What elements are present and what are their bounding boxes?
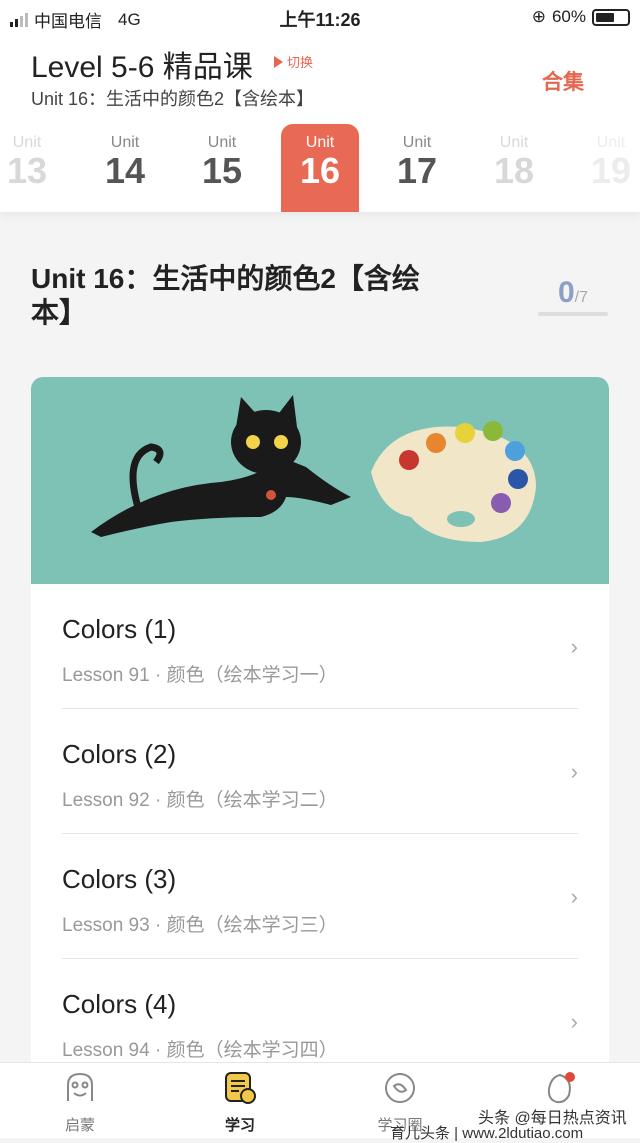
palette-illustration <box>371 421 536 542</box>
unit-tab-17[interactable]: Unit 17 <box>378 124 456 212</box>
play-icon <box>274 55 283 68</box>
header: Level 5-6 精品课 切换 Unit 16：生活中的颜色2【含绘本】 合集… <box>0 34 640 212</box>
unit-tab-16[interactable]: Unit 16 <box>281 124 359 212</box>
cat-illustration <box>91 395 351 537</box>
unit-selector[interactable]: Unit 13 Unit 14 Unit 15 Unit 16 Unit 17 Unit 1… <box>0 124 640 212</box>
lesson-item-3[interactable]: Colors (3) Lesson 93 · 颜色（绘本学习三） › <box>62 834 578 959</box>
notes-icon <box>225 1072 256 1104</box>
unit-banner-image <box>31 377 609 584</box>
circle-icon <box>385 1073 415 1103</box>
ghost-icon <box>67 1072 93 1101</box>
unit-tab-13[interactable]: Unit 13 <box>0 124 66 212</box>
course-subtitle: Unit 16：生活中的颜色2【含绘本】 <box>31 89 315 109</box>
unit-title: Unit 16：生活中的颜色2【含绘本】 <box>31 263 420 328</box>
notification-badge <box>565 1072 575 1082</box>
rotation-lock-icon: ⊕ <box>531 7 546 26</box>
battery-icon <box>592 8 630 26</box>
unit-tab-15[interactable]: Unit 15 <box>183 124 261 212</box>
unit-tab-14[interactable]: Unit 14 <box>86 124 164 212</box>
battery-percent: 60% <box>551 7 586 26</box>
tab-qimeng[interactable]: 启蒙 <box>20 1063 140 1135</box>
status-bar: 中国电信 4G 上午11:26 ⊕ 60% <box>0 0 640 34</box>
chevron-right-icon: › <box>570 1009 578 1034</box>
switch-label: 切换 <box>287 55 314 70</box>
unit-tab-19[interactable]: Unit 19 <box>572 124 640 212</box>
switch-button[interactable]: 切换 <box>274 52 313 71</box>
lesson-card: Colors (1) Lesson 91 · 颜色（绘本学习一） › Colors … <box>31 377 609 1077</box>
egg-icon <box>547 1072 575 1104</box>
watermark: 育儿头条 | www.2ldutiao.com <box>390 1125 584 1142</box>
unit-progress: 0/7 <box>538 276 608 316</box>
lesson-item-2[interactable]: Colors (2) Lesson 92 · 颜色（绘本学习二） › <box>62 709 578 834</box>
lesson-item-4[interactable]: Colors (4) Lesson 94 · 颜色（绘本学习四） › <box>62 959 578 1077</box>
unit-tab-18[interactable]: Unit 18 <box>475 124 553 212</box>
lesson-item-1[interactable]: Colors (1) Lesson 91 · 颜色（绘本学习一） › <box>62 584 578 709</box>
chevron-right-icon: › <box>570 634 578 659</box>
tab-study[interactable]: 学习 <box>180 1063 300 1135</box>
chevron-right-icon: › <box>570 884 578 909</box>
collection-button[interactable]: 合集 <box>542 66 584 96</box>
chevron-right-icon: › <box>570 759 578 784</box>
course-title: Level 5-6 精品课 <box>31 51 253 84</box>
